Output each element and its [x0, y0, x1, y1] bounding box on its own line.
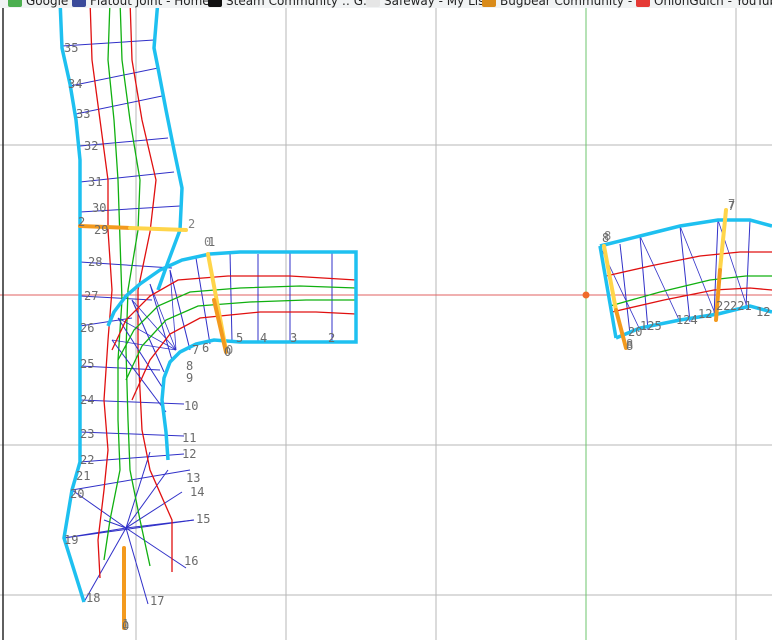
rib-line [619, 243, 631, 335]
google-icon [8, 0, 22, 7]
control-marker [614, 308, 628, 350]
rib-line [69, 67, 159, 87]
node-label: 29 [94, 223, 108, 237]
rib-line [195, 257, 211, 345]
rib-line [229, 251, 233, 342]
flatout-icon [72, 0, 86, 7]
node-label: 9 [186, 371, 193, 385]
right-road-ribs [599, 219, 751, 335]
node-label: 125 [640, 319, 662, 333]
marker-label: 1 [122, 617, 129, 631]
rib-line [679, 225, 691, 323]
node-label: 12 [182, 447, 196, 461]
node-label: 2 [78, 215, 85, 229]
node-label: 18 [86, 591, 100, 605]
rib-line [125, 527, 187, 569]
bookmark-item[interactable]: Google [8, 0, 68, 8]
node-label: 25 [80, 357, 94, 371]
node-label: 31 [88, 175, 102, 189]
node-label: 16 [184, 554, 198, 568]
node-label: 32 [84, 139, 98, 153]
node-label: 4 [260, 331, 267, 345]
node-label: 17 [150, 594, 164, 608]
bookmark-label: Flatout Joint - Home [90, 0, 210, 8]
bookmark-label: Google [26, 0, 69, 8]
node-label: 30 [92, 201, 106, 215]
bookmark-item[interactable]: Steam Community :: G... [208, 0, 374, 8]
bookmark-label: OnionGulch - YouTube [654, 0, 772, 8]
node-label: 21 [76, 469, 90, 483]
node-label: 19 [64, 533, 78, 547]
node-label: 124 [676, 313, 698, 327]
road-outline [599, 218, 772, 248]
marker-label: 8 [626, 337, 633, 351]
youtube-icon [636, 0, 650, 7]
bookmark-item[interactable]: Safeway - My List [366, 0, 489, 8]
marker-label: 2 [188, 217, 195, 231]
steam-icon [208, 0, 222, 7]
node-label: 221 [730, 299, 752, 313]
node-label: 8 [186, 359, 193, 373]
node-label: 24 [80, 393, 94, 407]
node-label: 3 [290, 331, 297, 345]
node-label: 27 [84, 289, 98, 303]
rib-line [131, 299, 165, 373]
node-label: 22 [80, 453, 94, 467]
rib-line [79, 431, 185, 437]
node-label: 11 [182, 431, 196, 445]
origin-point[interactable] [582, 291, 590, 299]
node-label: 2 [328, 331, 335, 345]
node-label: 6 [202, 341, 209, 355]
lane-line-red [131, 311, 357, 401]
bookmark-label: Steam Community :: G... [226, 0, 375, 8]
rib-line [679, 225, 717, 317]
node-label: 10 [184, 399, 198, 413]
node-label: 12 [698, 307, 712, 321]
bookmark-label: Safeway - My List [384, 0, 490, 8]
node-label: 22 [716, 299, 730, 313]
node-label: 34 [68, 77, 82, 91]
road-editor-canvas[interactable]: 3534333231302292827262524232221201918 171… [0, 0, 772, 640]
node-label: 33 [76, 107, 90, 121]
lane-line-red [605, 251, 772, 277]
bugbear-icon [482, 0, 496, 7]
marker-label: 0 [226, 343, 233, 357]
marker-label: 8 [604, 229, 611, 243]
lane-line-green [103, 0, 123, 561]
node-label: 23 [80, 427, 94, 441]
node-label: 20 [70, 487, 84, 501]
node-label: 28 [88, 255, 102, 269]
rib-line [103, 519, 127, 529]
node-label: 14 [190, 485, 204, 499]
node-label: 7 [192, 343, 199, 357]
node-label: 26 [80, 321, 94, 335]
marker-label: 0 [204, 235, 211, 249]
node-label: 5 [236, 331, 243, 345]
node-label: 12 [756, 305, 770, 319]
safeway-icon [366, 0, 380, 7]
bookmark-item[interactable]: Flatout Joint - Home [72, 0, 210, 8]
marker-label: 7 [728, 197, 735, 211]
node-label: 15 [196, 512, 210, 526]
bookmark-item[interactable]: OnionGulch - YouTube [636, 0, 772, 8]
bookmarks-bar: Google Flatout Joint - Home Steam Communit… [0, 0, 772, 8]
control-markers[interactable] [78, 208, 728, 630]
node-label: 13 [186, 471, 200, 485]
bookmark-item[interactable]: Bugbear Community - ... [482, 0, 647, 8]
bookmark-label: Bugbear Community - ... [500, 0, 648, 8]
rib-line [79, 399, 185, 405]
control-marker [128, 226, 188, 232]
node-label: 35 [64, 41, 78, 55]
